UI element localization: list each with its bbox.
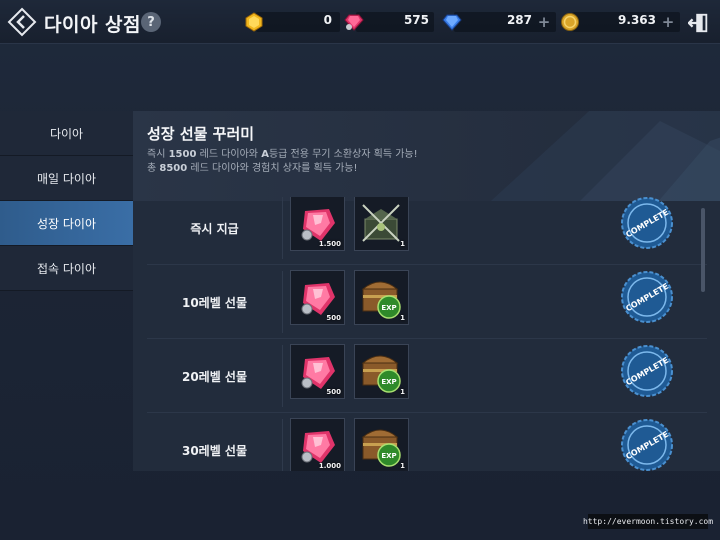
reward-slot-red-diamond[interactable]: 500	[290, 270, 345, 325]
help-button[interactable]: ?	[141, 12, 161, 32]
currency-gold-coin: 9.363 +	[560, 10, 680, 34]
panel-title: 성장 선물 꾸러미	[147, 125, 255, 143]
panel-description-line-2: 총 8500 레드 다이아와 경험치 상자를 획득 가능!	[147, 159, 358, 174]
reward-slot-exp-chest[interactable]: EXP 1	[354, 270, 409, 325]
reward-slot-red-diamond[interactable]: 1.000	[290, 418, 345, 471]
reward-quantity: 1	[400, 462, 405, 470]
divider	[282, 197, 283, 259]
reward-quantity: 1.500	[318, 240, 341, 248]
yellow-gem-icon	[245, 12, 263, 32]
desc-number: 8500	[159, 163, 188, 174]
reward-slot-weapon-chest[interactable]: 1	[354, 197, 409, 251]
complete-stamp-icon: COMPLETE	[621, 345, 673, 397]
reward-quantity: 1.000	[318, 462, 341, 470]
reward-slot-exp-chest[interactable]: EXP 1	[354, 344, 409, 399]
reward-row: 20레벨 선물 500 EXP 1 COMPLETE	[147, 339, 707, 413]
currency-value: 0	[323, 13, 332, 27]
reward-quantity: 1	[400, 388, 405, 396]
back-button[interactable]	[6, 6, 38, 38]
back-diamond-icon	[7, 7, 37, 37]
currency-value: 9.363	[618, 13, 656, 27]
reward-row-label: 20레벨 선물	[181, 369, 248, 384]
reward-quantity: 1	[400, 314, 405, 322]
reward-row-label: 10레벨 선물	[181, 295, 248, 310]
watermark: http://evermoon.tistory.com	[583, 514, 713, 529]
gold-coin-icon	[561, 13, 579, 31]
add-blue-diamond-button[interactable]: +	[536, 13, 552, 31]
reward-quantity: 500	[326, 388, 341, 396]
exp-badge-text: EXP	[381, 378, 396, 386]
sidebar-item-diamond[interactable]: 다이아	[0, 111, 133, 156]
exp-badge-text: EXP	[381, 304, 396, 312]
reward-quantity: 500	[326, 314, 341, 322]
sidebar-item-login-diamond[interactable]: 접속 다이아	[0, 246, 133, 291]
panel-description-line-1: 즉시 1500 레드 다이아와 A등급 전용 무기 소환상자 획득 가능!	[147, 145, 418, 160]
divider	[282, 419, 283, 471]
add-gold-button[interactable]: +	[660, 13, 676, 31]
sidebar: 다이아 매일 다이아 성장 다이아 접속 다이아	[0, 111, 133, 292]
list-scrollbar[interactable]	[701, 208, 705, 292]
complete-stamp-icon: COMPLETE	[621, 271, 673, 323]
divider	[282, 271, 283, 333]
sidebar-item-label: 매일 다이아	[36, 171, 96, 186]
currency-yellow-gem: 0	[244, 10, 340, 34]
page-title: 다이아 상점	[44, 14, 142, 36]
red-diamond-icon	[344, 14, 364, 31]
reward-row-label: 즉시 지급	[190, 221, 239, 236]
sidebar-item-label: 접속 다이아	[36, 261, 96, 276]
reward-list: 즉시 지급 1.500 1 COMPLETE 10레벨 선물 500 EXP 1…	[133, 197, 720, 471]
reward-quantity: 1	[400, 240, 405, 248]
top-bar: 다이아 상점 ? 0 575 287 + 9.363 +	[0, 0, 720, 44]
blue-diamond-icon	[442, 14, 462, 31]
currency-blue-diamond: 287 +	[442, 10, 556, 34]
currency-red-diamond: 575	[344, 10, 434, 34]
complete-stamp-icon: COMPLETE	[621, 419, 673, 471]
desc-text: 총	[147, 163, 160, 174]
sidebar-item-label: 다이아	[49, 126, 84, 141]
desc-text: 레드 다이아와 경험치 상자를 획득 가능!	[187, 163, 358, 174]
reward-slot-red-diamond[interactable]: 500	[290, 344, 345, 399]
exit-button[interactable]	[686, 10, 712, 36]
reward-row: 10레벨 선물 500 EXP 1 COMPLETE	[147, 265, 707, 339]
reward-row: 30레벨 선물 1.000 EXP 1 COMPLETE	[147, 413, 707, 471]
panel-header: 성장 선물 꾸러미 즉시 1500 레드 다이아와 A등급 전용 무기 소환상자…	[133, 111, 720, 201]
sidebar-item-daily-diamond[interactable]: 매일 다이아	[0, 156, 133, 201]
currency-value: 287	[506, 13, 532, 27]
divider	[282, 345, 283, 407]
sidebar-item-growth-diamond[interactable]: 성장 다이아	[0, 201, 133, 246]
exp-badge-text: EXP	[381, 452, 396, 460]
sidebar-item-label: 성장 다이아	[36, 216, 96, 231]
header-decoration	[490, 111, 720, 201]
currency-value: 575	[403, 13, 429, 27]
reward-slot-red-diamond[interactable]: 1.500	[290, 197, 345, 251]
complete-stamp-icon: COMPLETE	[621, 197, 673, 249]
reward-slot-exp-chest[interactable]: EXP 1	[354, 418, 409, 471]
reward-row-label: 30레벨 선물	[181, 443, 248, 458]
exit-icon	[688, 13, 708, 33]
reward-row: 즉시 지급 1.500 1 COMPLETE	[147, 197, 707, 265]
